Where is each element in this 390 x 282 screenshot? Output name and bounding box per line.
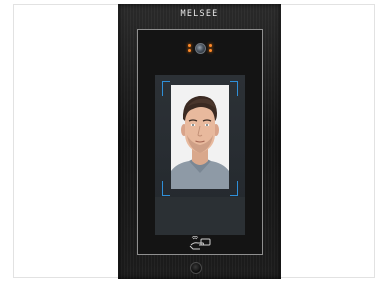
camera-lens-icon — [195, 43, 206, 54]
home-button-icon[interactable] — [190, 262, 202, 274]
display-screen — [155, 75, 245, 235]
indicator-led — [209, 49, 212, 52]
front-glass-panel — [137, 29, 263, 255]
scan-bracket-bottom-right — [230, 181, 238, 196]
face-portrait-image — [171, 85, 229, 189]
brand-logo: MELSEE — [180, 9, 219, 19]
scan-bracket-top-left — [162, 81, 170, 96]
face-photo — [171, 85, 229, 189]
card-reader-icon — [187, 235, 213, 250]
sensor-row — [138, 42, 262, 54]
scan-bracket-top-right — [230, 81, 238, 96]
indicator-led — [188, 49, 191, 52]
face-recognition-terminal: MELSEE — [118, 4, 281, 279]
screen-lower-area — [155, 197, 245, 235]
indicator-led — [209, 44, 212, 47]
scan-bracket-bottom-left — [162, 181, 170, 196]
indicator-led — [188, 44, 191, 47]
